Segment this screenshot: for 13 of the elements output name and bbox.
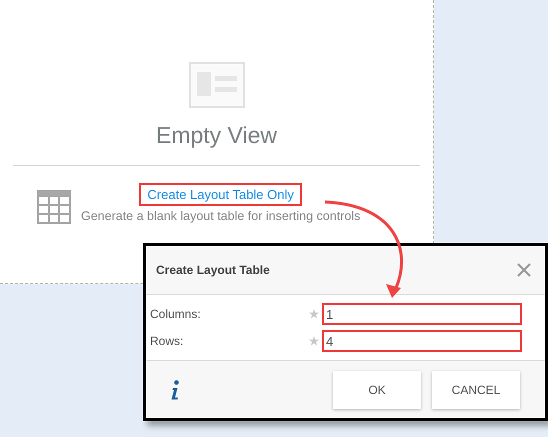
- option-description: Generate a blank layout table for inserting controls: [81, 209, 360, 223]
- dialog-button[interactable]: CANCEL: [432, 370, 520, 408]
- dialog-button[interactable]: OK: [333, 370, 421, 408]
- close-icon[interactable]: [517, 263, 531, 277]
- layout-icon: [188, 62, 244, 108]
- input-field[interactable]: 1: [322, 303, 522, 325]
- table-icon: [37, 190, 71, 224]
- field-label: Rows:: [150, 334, 184, 348]
- input-field[interactable]: 4: [322, 330, 522, 352]
- field-label: Columns:: [150, 307, 202, 321]
- info-icon[interactable]: [170, 380, 180, 400]
- empty-view-title: Empty View: [156, 122, 277, 149]
- dialog-title: Create Layout Table: [156, 263, 270, 277]
